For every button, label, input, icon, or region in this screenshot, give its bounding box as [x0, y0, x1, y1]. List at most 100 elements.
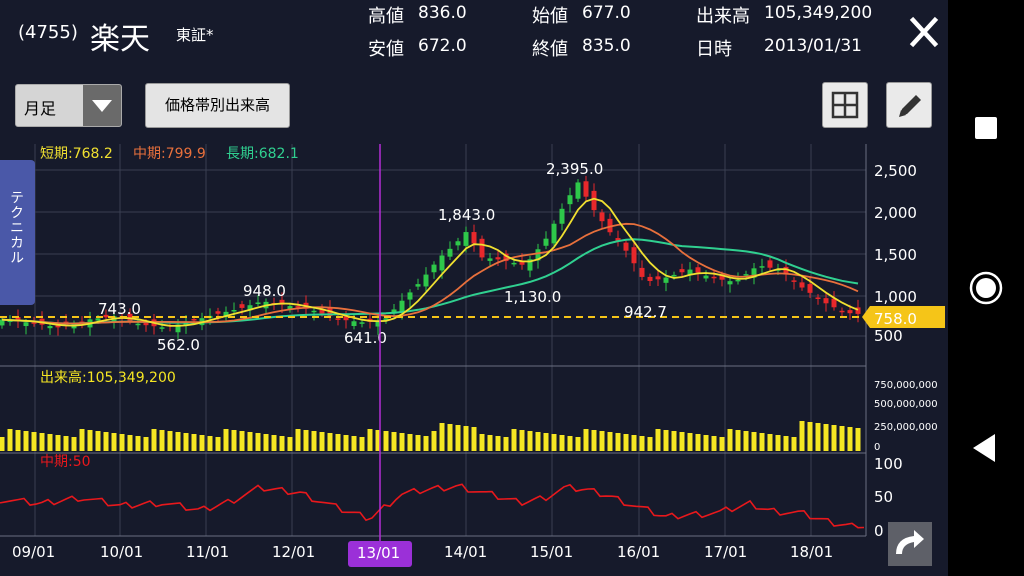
candle-body	[415, 284, 421, 287]
candle-body	[191, 318, 197, 321]
date-value: 2013/01/31	[764, 36, 862, 56]
volume-bar	[495, 436, 501, 451]
candle-body	[679, 269, 685, 273]
candle-body	[431, 264, 437, 273]
stock-header: (4755) 楽天 東証* 高値 836.0 安値 672.0 始値 677.0…	[0, 0, 948, 68]
candle-body	[495, 257, 501, 260]
back-button[interactable]	[968, 430, 1004, 466]
high-label: 高値	[368, 6, 404, 27]
volume-bar	[95, 431, 101, 451]
legend-long-ma: 長期:682.1	[226, 146, 299, 162]
open-label: 始値	[532, 6, 568, 27]
volume-bar	[823, 424, 829, 451]
volume-profile-button[interactable]: 価格帯別出来高	[145, 83, 290, 128]
candle-body	[311, 310, 317, 313]
volume-bar	[119, 434, 125, 451]
volume-bar	[0, 437, 5, 451]
volume-bar	[743, 431, 749, 451]
volume-bar	[727, 429, 733, 451]
recent-apps-button[interactable]	[968, 110, 1004, 146]
volume-bar	[87, 430, 93, 451]
layout-grid-button[interactable]	[822, 82, 868, 128]
volume-bar	[151, 429, 157, 451]
volume-bar	[519, 430, 525, 451]
candle-body	[711, 276, 717, 279]
volume-bar	[535, 432, 541, 451]
annotation-562: 562.0	[157, 336, 200, 354]
period-select[interactable]: 月足	[15, 84, 122, 127]
volume-bar	[807, 422, 813, 451]
volume-bar	[207, 436, 213, 451]
volume-bar	[175, 432, 181, 451]
volume-bar	[415, 435, 421, 451]
candle-body	[471, 232, 477, 244]
candle-body	[591, 190, 597, 211]
stock-chart[interactable]: 短期:768.2 中期:799.9 長期:682.1 743.0 562.0 9…	[0, 144, 948, 576]
candle-body	[663, 277, 669, 283]
volume-bar	[31, 432, 37, 451]
volume-tick: 500,000,000	[874, 399, 938, 410]
candle-body	[479, 238, 485, 258]
annotation-743: 743.0	[98, 300, 141, 318]
volume-bar	[767, 434, 773, 451]
candle-body	[631, 247, 637, 264]
volume-bar	[367, 429, 373, 451]
chart-area[interactable]: 短期:768.2 中期:799.9 長期:682.1 743.0 562.0 9…	[0, 144, 948, 576]
candle-body	[463, 232, 469, 246]
volume-bar	[671, 431, 677, 451]
candle-body	[759, 266, 765, 268]
candle-body	[831, 298, 837, 308]
volume-bar	[559, 435, 565, 451]
volume-bar	[471, 427, 477, 451]
candle-body	[159, 327, 165, 329]
candle-body	[47, 326, 53, 329]
volume-bar	[791, 437, 797, 451]
volume-bar	[239, 431, 245, 451]
volume-bar	[23, 431, 29, 451]
volume-bar	[327, 433, 333, 451]
oscillator-legend: 中期:50	[40, 454, 91, 470]
volume-bar	[383, 431, 389, 451]
volume-bar	[223, 429, 229, 451]
volume-bar	[295, 429, 301, 451]
volume-bar	[7, 429, 13, 451]
candle-body	[735, 279, 741, 282]
volume-bar	[575, 437, 581, 451]
volume-bar	[631, 435, 637, 451]
volume-bar	[639, 436, 645, 451]
candle-body	[799, 282, 805, 288]
stock-code: (4755)	[18, 22, 78, 43]
x-tick: 10/01	[100, 543, 143, 561]
home-button[interactable]	[968, 270, 1004, 306]
technical-tab[interactable]: テクニカル	[0, 160, 35, 305]
volume-bar	[263, 434, 269, 451]
oscillator-tick: 50	[874, 488, 893, 506]
volume-bar	[39, 433, 45, 451]
candle-body	[551, 223, 557, 244]
volume-bar	[703, 435, 709, 451]
volume-bar	[15, 430, 21, 451]
candle-body	[447, 248, 453, 257]
volume-bar	[343, 435, 349, 451]
open-value: 677.0	[582, 3, 631, 23]
market-label: 東証*	[176, 26, 214, 44]
annotation-1843: 1,843.0	[438, 206, 495, 224]
android-nav-bar	[948, 0, 1024, 576]
candle-body	[543, 238, 549, 246]
volume-bar	[479, 434, 485, 451]
draw-tool-button[interactable]	[886, 82, 932, 128]
candle-body	[743, 274, 749, 276]
chevron-down-icon	[83, 85, 121, 126]
close-button[interactable]	[905, 12, 943, 52]
candle-body	[599, 212, 605, 222]
volume-bar	[271, 435, 277, 451]
volume-bar	[423, 436, 429, 451]
annotation-2395: 2,395.0	[546, 160, 603, 178]
volume-bar	[311, 431, 317, 451]
volume-tick: 0	[874, 442, 880, 453]
candle-body	[455, 241, 461, 246]
rotate-button[interactable]	[888, 522, 932, 566]
volume-bar	[455, 425, 461, 451]
volume-bar	[431, 431, 437, 451]
candle-body	[95, 318, 101, 321]
